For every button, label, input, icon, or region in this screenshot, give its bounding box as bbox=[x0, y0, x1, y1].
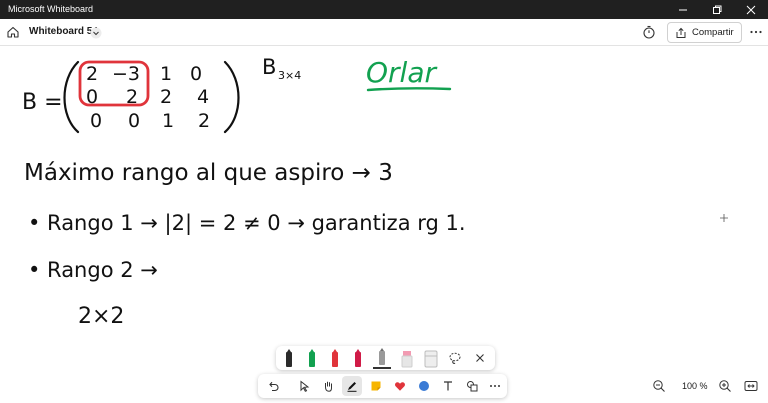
sticky-note-button[interactable] bbox=[366, 376, 386, 396]
undo-button[interactable] bbox=[263, 376, 283, 396]
crimson-pen-button[interactable] bbox=[349, 347, 367, 369]
matrix-right-bracket bbox=[223, 60, 240, 134]
reaction-button[interactable] bbox=[390, 376, 410, 396]
close-window-button[interactable] bbox=[734, 0, 768, 19]
zoom-out-icon[interactable] bbox=[652, 379, 666, 393]
restore-button[interactable] bbox=[700, 0, 734, 19]
close-icon bbox=[476, 354, 484, 362]
select-button[interactable] bbox=[294, 376, 314, 396]
more-icon[interactable] bbox=[748, 24, 764, 40]
ink-line-3: • Rango 2 → bbox=[28, 258, 158, 282]
zoom-in-icon[interactable] bbox=[718, 379, 732, 393]
dimension-subscript: 3×4 bbox=[278, 69, 301, 82]
pencil-button[interactable] bbox=[373, 347, 391, 369]
zoom-controls: 100 % bbox=[650, 377, 762, 395]
keyword-underline bbox=[366, 87, 452, 92]
ink-line-2: • Rango 1 → |2| = 2 ≠ 0 → garantiza rg 1… bbox=[28, 211, 466, 236]
matrix-cell: 2 bbox=[198, 110, 210, 132]
dimension-base: B bbox=[262, 55, 276, 79]
image-button[interactable] bbox=[462, 376, 482, 396]
reaction-icon bbox=[395, 382, 405, 391]
shapes-button[interactable] bbox=[414, 376, 434, 396]
fit-screen-icon[interactable] bbox=[744, 380, 758, 392]
zoom-level[interactable]: 100 % bbox=[682, 381, 708, 391]
matrix-cell: 0 bbox=[128, 110, 140, 132]
select-icon bbox=[300, 380, 310, 392]
hand-icon bbox=[325, 381, 332, 392]
ink-line-4: 2×2 bbox=[78, 304, 124, 329]
minimize-icon bbox=[679, 9, 687, 10]
share-label: Compartir bbox=[692, 27, 734, 38]
crimson-pen-icon bbox=[355, 349, 361, 367]
matrix-cell: 2 bbox=[160, 86, 172, 108]
matrix-cell: 2 bbox=[86, 63, 98, 85]
matrix-cell: 4 bbox=[197, 86, 209, 108]
highlighter-icon bbox=[401, 351, 413, 368]
share-button[interactable]: Compartir bbox=[667, 22, 742, 43]
pen-tray bbox=[276, 346, 495, 370]
matrix-cell: −3 bbox=[112, 63, 140, 85]
shapes-icon bbox=[419, 381, 429, 391]
matrix-cell: 0 bbox=[190, 63, 202, 85]
eraser-button[interactable] bbox=[422, 347, 440, 369]
lasso-icon bbox=[449, 352, 461, 364]
close-icon bbox=[746, 5, 756, 14]
cursor-icon bbox=[720, 214, 728, 222]
window-titlebar: Microsoft Whiteboard bbox=[0, 0, 768, 19]
matrix-cell: 1 bbox=[160, 63, 172, 85]
text-button[interactable] bbox=[438, 376, 458, 396]
ink-line-1: Máximo rango al que aspiro → 3 bbox=[24, 160, 393, 186]
matrix-label: B = bbox=[22, 90, 63, 115]
lasso-button[interactable] bbox=[446, 349, 464, 367]
green-pen-button[interactable] bbox=[303, 347, 321, 369]
hand-button[interactable] bbox=[318, 376, 338, 396]
chevron-down-icon[interactable] bbox=[90, 27, 102, 39]
more-tools-button[interactable] bbox=[485, 376, 505, 396]
black-pen-icon bbox=[286, 349, 292, 367]
text-icon bbox=[444, 381, 452, 391]
more-tools-icon bbox=[490, 385, 500, 387]
tools-toolbar bbox=[258, 374, 507, 398]
minimize-button[interactable] bbox=[666, 0, 700, 19]
timer-icon[interactable] bbox=[641, 24, 657, 40]
ink-icon bbox=[347, 382, 357, 392]
sticky-note-icon bbox=[371, 381, 381, 391]
image-icon bbox=[467, 381, 478, 392]
pencil-icon bbox=[379, 348, 385, 365]
restore-icon bbox=[713, 5, 722, 14]
share-icon bbox=[676, 27, 686, 38]
keyword-orlar: Orlar bbox=[366, 56, 437, 89]
undo-icon bbox=[269, 381, 279, 392]
home-icon bbox=[7, 26, 19, 38]
highlighter-button[interactable] bbox=[398, 347, 416, 369]
home-button[interactable] bbox=[4, 23, 22, 41]
window-title: Microsoft Whiteboard bbox=[8, 4, 94, 14]
close-pen-tray-button[interactable] bbox=[471, 349, 489, 367]
matrix-left-bracket bbox=[63, 60, 80, 134]
green-pen-icon bbox=[309, 349, 315, 367]
black-pen-button[interactable] bbox=[280, 347, 298, 369]
matrix-cell: 1 bbox=[162, 110, 174, 132]
ink-button[interactable] bbox=[342, 376, 362, 396]
red-pen-icon bbox=[332, 349, 338, 367]
eraser-icon bbox=[424, 350, 438, 368]
matrix-cell: 0 bbox=[90, 110, 102, 132]
board-title[interactable]: Whiteboard 54 bbox=[29, 26, 98, 37]
app-bar: Whiteboard 54 Compartir bbox=[0, 19, 768, 46]
red-pen-button[interactable] bbox=[326, 347, 344, 369]
